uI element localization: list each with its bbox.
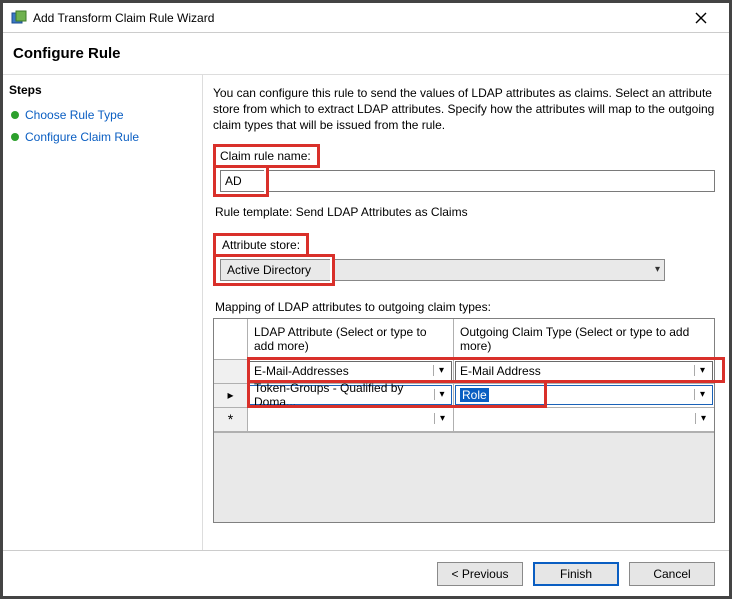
outgoing-claim-cell[interactable]: Role ▾ bbox=[455, 385, 713, 405]
step-label: Configure Claim Rule bbox=[25, 130, 139, 144]
steps-sidebar: Steps Choose Rule Type Configure Claim R… bbox=[3, 75, 203, 550]
attribute-store-select-ext[interactable]: ▾ bbox=[335, 259, 665, 281]
step-configure-claim-rule[interactable]: Configure Claim Rule bbox=[9, 127, 196, 147]
wizard-footer: < Previous Finish Cancel bbox=[3, 550, 729, 596]
close-button[interactable] bbox=[681, 4, 721, 32]
claim-rule-name-input[interactable] bbox=[220, 170, 264, 192]
chevron-down-icon: ▾ bbox=[655, 264, 660, 275]
previous-button[interactable]: < Previous bbox=[437, 562, 523, 586]
claim-rule-name-input-ext[interactable] bbox=[269, 170, 715, 192]
step-bullet-icon bbox=[11, 133, 19, 141]
ldap-attribute-cell[interactable]: E-Mail-Addresses ▾ bbox=[249, 361, 452, 381]
row-selector[interactable]: * bbox=[214, 408, 248, 431]
chevron-down-icon: ▾ bbox=[434, 389, 449, 400]
cancel-button[interactable]: Cancel bbox=[629, 562, 715, 586]
grid-header: LDAP Attribute (Select or type to add mo… bbox=[214, 319, 714, 360]
cell-value: Role bbox=[460, 388, 489, 402]
step-label: Choose Rule Type bbox=[25, 108, 124, 122]
claim-rule-name-label: Claim rule name: bbox=[220, 149, 311, 163]
outgoing-claim-cell[interactable]: ▾ bbox=[455, 409, 713, 429]
claim-rule-name-group: Claim rule name: bbox=[213, 144, 715, 197]
cell-value: Token-Groups - Qualified by Doma... bbox=[254, 381, 434, 409]
step-bullet-icon bbox=[11, 111, 19, 119]
step-choose-rule-type[interactable]: Choose Rule Type bbox=[9, 105, 196, 125]
mapping-grid-wrap: LDAP Attribute (Select or type to add mo… bbox=[213, 318, 715, 523]
chevron-down-icon: ▾ bbox=[694, 389, 710, 400]
description-text: You can configure this rule to send the … bbox=[213, 85, 715, 134]
grid-row: * ▾ ▾ bbox=[214, 408, 714, 432]
mapping-label: Mapping of LDAP attributes to outgoing c… bbox=[215, 300, 715, 314]
titlebar: Add Transform Claim Rule Wizard bbox=[3, 3, 729, 33]
attribute-store-value: Active Directory bbox=[227, 263, 311, 277]
attribute-store-group: Attribute store: Active Directory ▾ bbox=[213, 233, 715, 286]
chevron-down-icon: ▾ bbox=[695, 413, 711, 424]
chevron-down-icon: ▾ bbox=[694, 365, 710, 376]
ldap-attribute-cell[interactable]: ▾ bbox=[249, 409, 452, 429]
mapping-grid: LDAP Attribute (Select or type to add mo… bbox=[213, 318, 715, 523]
finish-button[interactable]: Finish bbox=[533, 562, 619, 586]
app-icon bbox=[11, 10, 27, 26]
content-pane: You can configure this rule to send the … bbox=[203, 75, 729, 550]
wizard-window: Add Transform Claim Rule Wizard Configur… bbox=[0, 0, 732, 599]
attribute-store-label: Attribute store: bbox=[222, 238, 300, 252]
chevron-down-icon: ▾ bbox=[434, 413, 450, 424]
page-title: Configure Rule bbox=[13, 45, 719, 62]
attribute-store-select[interactable]: Active Directory bbox=[220, 259, 330, 281]
rule-template-text: Rule template: Send LDAP Attributes as C… bbox=[215, 205, 715, 219]
window-title: Add Transform Claim Rule Wizard bbox=[33, 11, 681, 25]
outgoing-claim-cell[interactable]: E-Mail Address ▾ bbox=[455, 361, 713, 381]
grid-header-claim: Outgoing Claim Type (Select or type to a… bbox=[454, 319, 714, 359]
row-selector[interactable] bbox=[214, 360, 248, 383]
row-selector[interactable]: ▸ bbox=[214, 384, 248, 407]
steps-heading: Steps bbox=[9, 83, 196, 97]
ldap-attribute-cell[interactable]: Token-Groups - Qualified by Doma... ▾ bbox=[249, 385, 452, 405]
grid-empty-area bbox=[214, 432, 714, 522]
page-header: Configure Rule bbox=[3, 33, 729, 75]
chevron-down-icon: ▾ bbox=[433, 365, 449, 376]
cell-value: E-Mail Address bbox=[460, 364, 541, 378]
grid-row: ▸ Token-Groups - Qualified by Doma... ▾ … bbox=[214, 384, 714, 408]
cell-value: E-Mail-Addresses bbox=[254, 364, 349, 378]
grid-header-ldap: LDAP Attribute (Select or type to add mo… bbox=[248, 319, 454, 359]
